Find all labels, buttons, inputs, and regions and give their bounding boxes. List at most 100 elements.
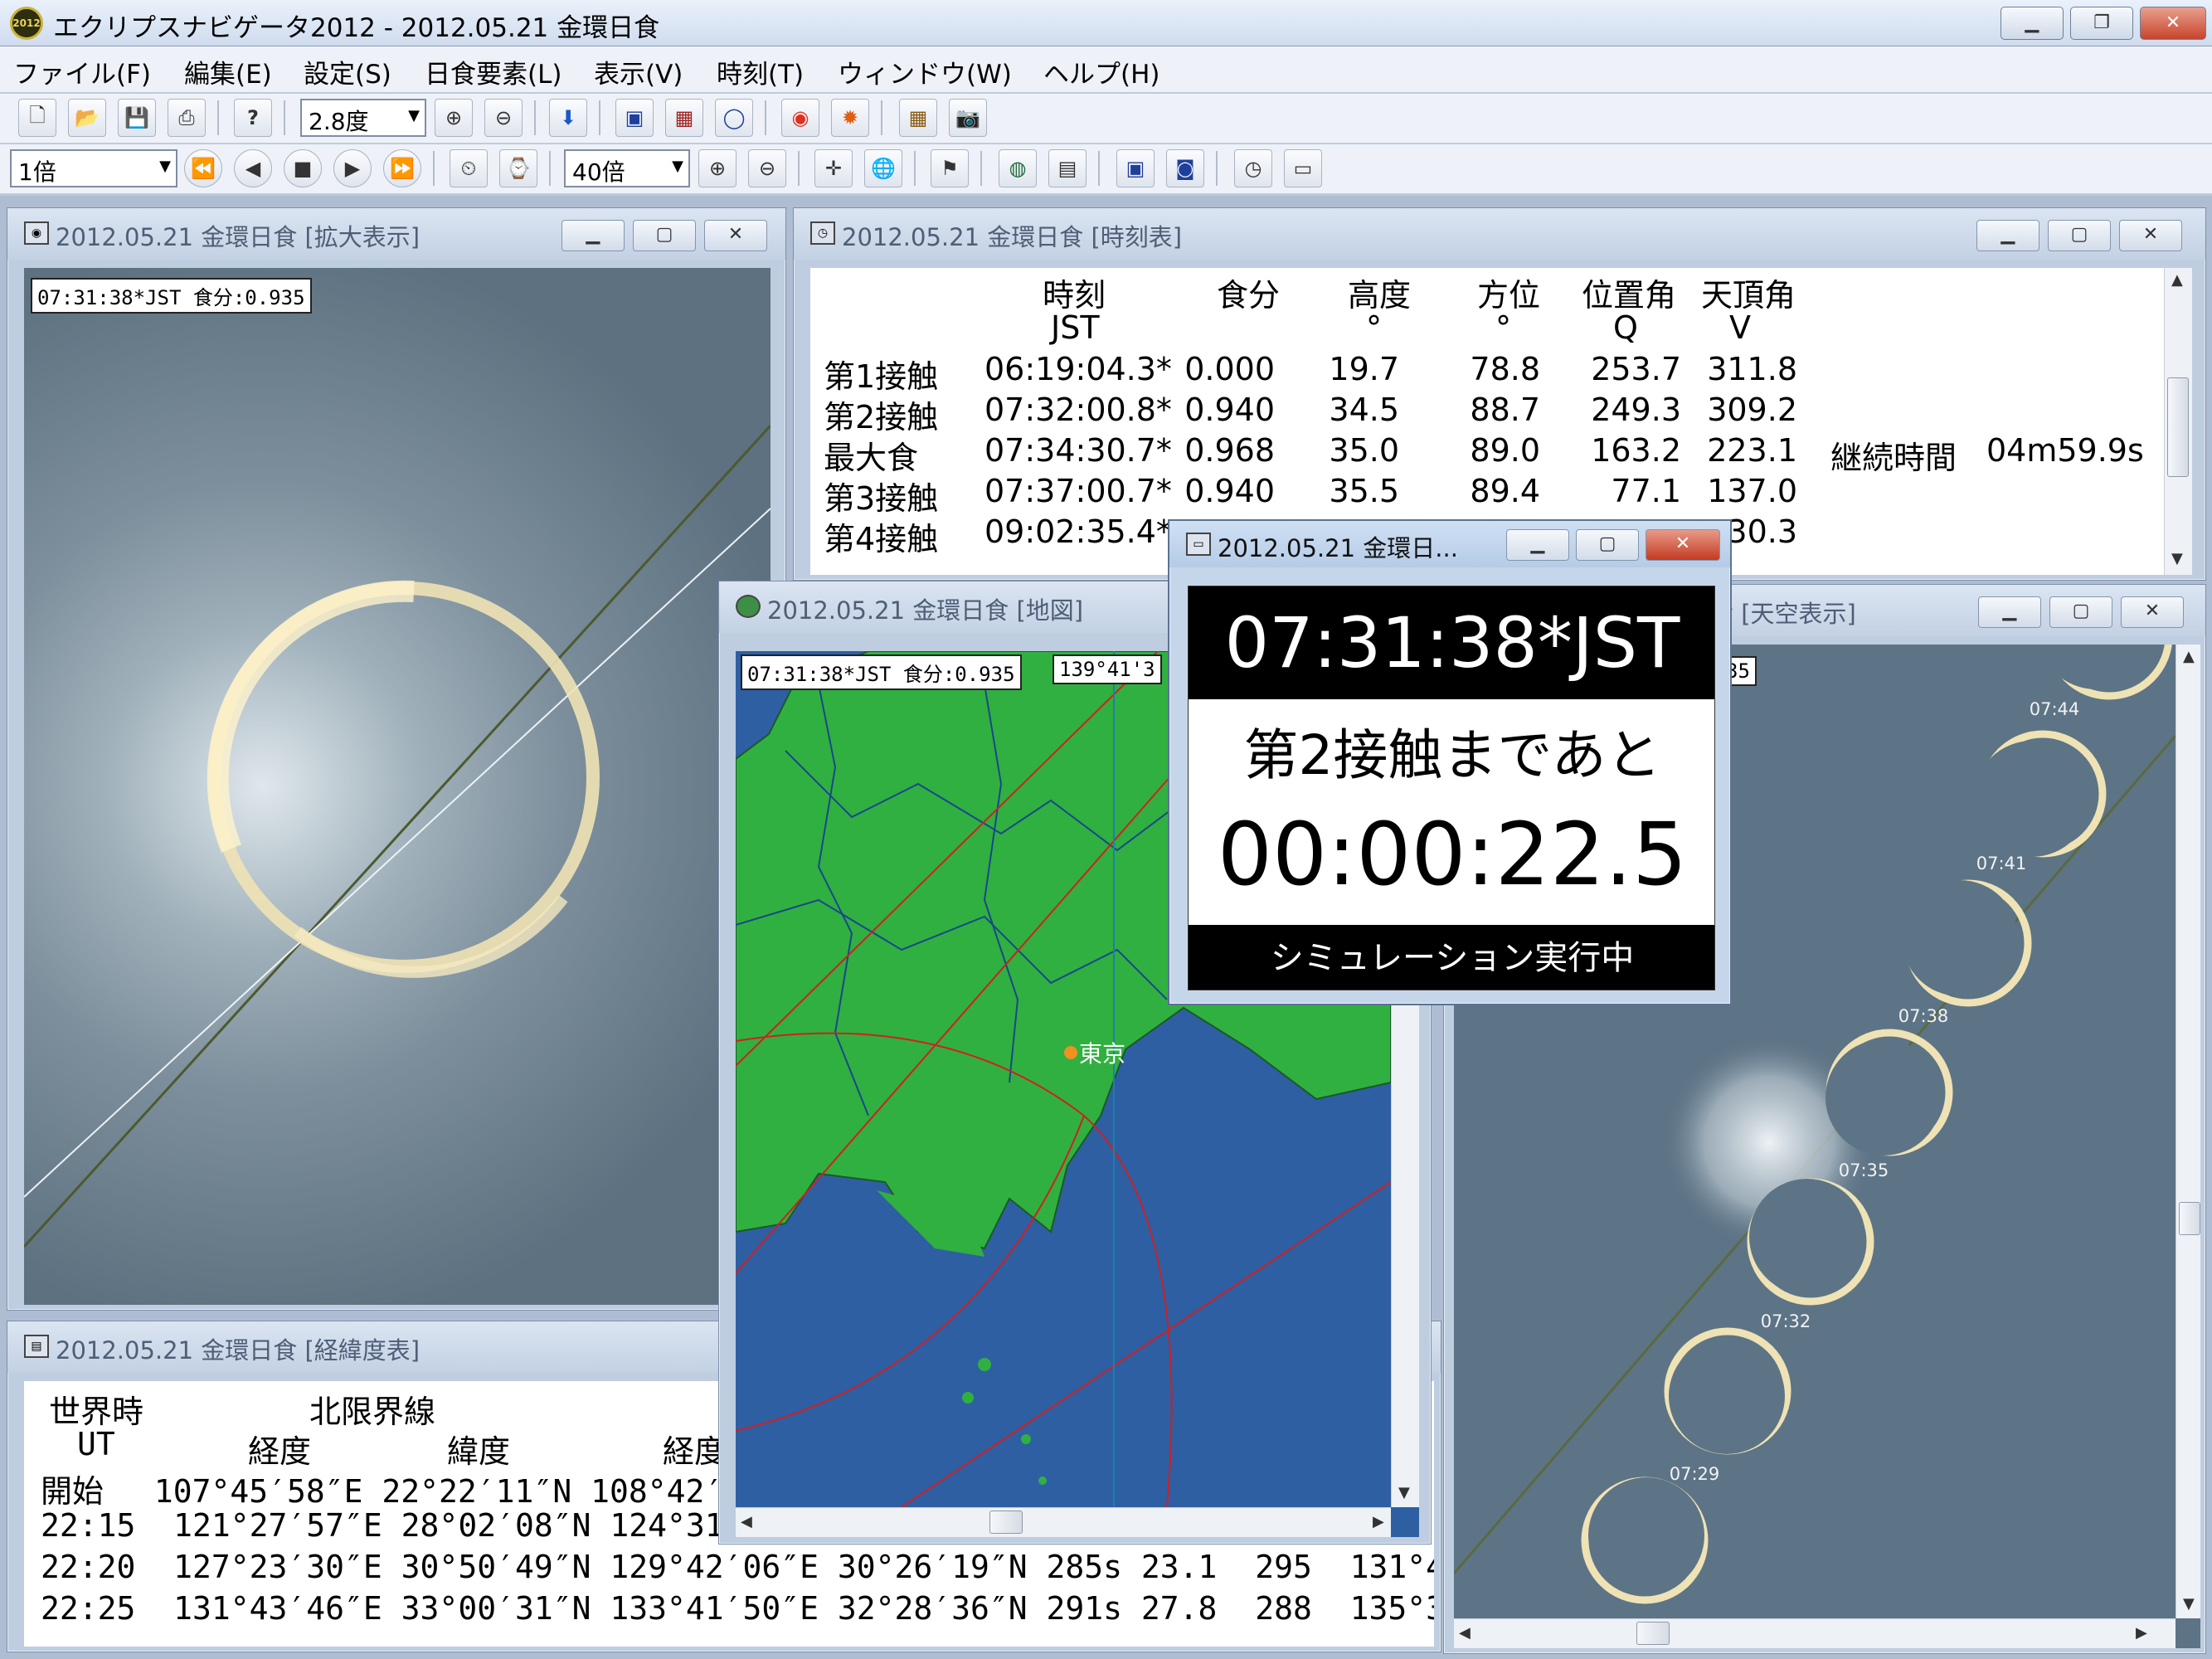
timetable-minimize-button[interactable]: ▁ [1976,220,2039,251]
crosshair-icon[interactable]: ✛ [814,149,853,187]
table-cell: 253.7 [1591,351,1681,387]
map-hscrollbar[interactable]: ◀ ▶ [736,1507,1391,1537]
sky-hscrollbar[interactable]: ◀ ▶ [1454,1618,2176,1648]
app-title-bar[interactable]: 2012 エクリプスナビゲータ2012 - 2012.05.21 金環日食 ▁ … [0,0,2212,46]
countdown-close-button[interactable]: ✕ [1646,529,1720,561]
speed-select[interactable]: 1倍 ▼ [10,149,177,187]
menu-window[interactable]: ウィンドウ(W) [838,53,1012,90]
fast-forward-icon[interactable]: ⏩ [383,149,421,187]
menu-view[interactable]: 表示(V) [594,53,683,90]
sky-vscrollbar[interactable]: ▲ ▼ [2176,645,2200,1618]
scroll-up-icon[interactable]: ▲ [2183,648,2195,665]
contact-name: 最大食 [824,440,919,476]
zoom-view-icon[interactable]: ▣ [615,99,654,137]
zoom-in-icon[interactable]: ⊕ [435,99,473,137]
countdown-window[interactable]: ▭ 2012.05.21 金環日... ▁ ▢ ✕ 07:31:38*JST 第… [1168,519,1732,1005]
header-north-limit: 北限界線 [309,1394,436,1430]
zoom-window-titlebar[interactable]: ◉ 2012.05.21 金環日食 [拡大表示] ▁ ▢ ✕ [7,208,785,260]
open-folder-icon[interactable]: 📂 [68,99,106,137]
help-icon[interactable]: ? [234,99,272,137]
menu-help[interactable]: ヘルプ(H) [1043,53,1160,90]
menu-eclipse-elements[interactable]: 日食要素(L) [425,53,562,90]
grid-icon[interactable]: ▦ [899,99,937,137]
map-zoom-out-icon[interactable]: ⊖ [748,149,786,187]
zoom-window[interactable]: ◉ 2012.05.21 金環日食 [拡大表示] ▁ ▢ ✕ 07:31:38*… [7,207,786,1311]
app-restore-button[interactable]: ❐ [2070,7,2133,40]
scroll-down-icon[interactable]: ▼ [2183,1595,2195,1613]
timetable-window-icon[interactable]: ◷ [1234,149,1272,187]
play-icon[interactable]: ▶ [333,149,372,187]
download-icon[interactable]: ⬇ [549,99,587,137]
app-close-button[interactable]: ✕ [2140,7,2206,40]
zoom-window-maximize-button[interactable]: ▢ [633,220,696,251]
film-icon[interactable]: ▦ [665,99,703,137]
col-azimuth: 方位 [1477,277,1541,314]
now-icon[interactable]: ⌚ [499,149,537,187]
menu-settings[interactable]: 設定(S) [304,53,391,90]
countdown-maximize-button[interactable]: ▢ [1576,529,1639,561]
scroll-up-icon[interactable]: ▲ [2171,271,2183,289]
table-icon: ▤ [24,1335,49,1358]
toolbar-separator [980,151,982,186]
countdown-minimize-button[interactable]: ▁ [1506,529,1569,561]
sky-window-icon[interactable]: ◙ [1166,149,1204,187]
table-cell: 78.8 [1470,351,1540,387]
sky-time-label: 07:29 [1669,1464,1720,1484]
sky-view-icon[interactable]: ◯ [715,99,753,137]
countdown-window-icon[interactable]: ▭ [1284,149,1322,187]
print-icon[interactable]: ⎙ [168,99,206,137]
scroll-thumb[interactable] [2179,1202,2200,1235]
scroll-left-icon[interactable]: ◀ [741,1513,752,1530]
timetable-window-title: 2012.05.21 金環日食 [時刻表] [842,223,1183,251]
moon-disk [1669,1338,1785,1454]
rewind-fast-icon[interactable]: ⏪ [184,149,222,187]
timetable-close-button[interactable]: ✕ [2119,220,2182,251]
countdown-panel: 07:31:38*JST 第2接触まであと 00:00:22.5 シミュレーショ… [1188,586,1715,990]
table-cell: 89.4 [1470,473,1540,509]
scroll-down-icon[interactable]: ▼ [1398,1484,1410,1501]
zoom-window-minimize-button[interactable]: ▁ [562,220,625,251]
scroll-right-icon[interactable]: ▶ [2136,1624,2147,1642]
map-zoom-select[interactable]: 40倍 ▼ [564,149,690,187]
map-zoom-in-icon[interactable]: ⊕ [698,149,737,187]
map-coordinate-label: 139°41'3 [1053,654,1162,684]
location-icon[interactable]: ⚑ [931,149,969,187]
app-minimize-button[interactable]: ▁ [2001,7,2064,40]
zoom-view-canvas[interactable]: 07:31:38*JST 食分:0.935 [24,268,771,1305]
zoom-window-icon[interactable]: ▣ [1116,149,1155,187]
sky-minimize-button[interactable]: ▁ [1978,596,2041,628]
timetable-scrollbar[interactable]: ▲ ▼ [2164,268,2192,575]
sky-time-label: 07:41 [1976,854,2027,873]
scroll-thumb[interactable] [2167,377,2189,477]
menu-file[interactable]: ファイル(F) [13,53,151,90]
table-cell: 309.2 [1707,392,1797,428]
menu-edit[interactable]: 編集(E) [184,53,272,90]
new-file-icon[interactable]: 🗋 [18,99,56,137]
timetable-window-titlebar[interactable]: ◷ 2012.05.21 金環日食 [時刻表] ▁ ▢ ✕ [794,208,2205,260]
step-back-icon[interactable]: ◀ [234,149,272,187]
time-set-icon[interactable]: ⏲ [450,149,488,187]
sun-icon[interactable]: ◉ [781,99,819,137]
save-icon[interactable]: 💾 [118,99,156,137]
scroll-thumb[interactable] [1636,1622,1670,1645]
camera-icon[interactable]: 📷 [949,99,987,137]
countdown-window-titlebar[interactable]: ▭ 2012.05.21 金環日... ▁ ▢ ✕ [1169,521,1730,567]
fov-select[interactable]: 2.8度 ▼ [300,99,426,137]
sunburst-icon[interactable]: ✹ [831,99,869,137]
menu-time[interactable]: 時刻(T) [717,53,804,90]
latlon-table-icon[interactable]: ▤ [1048,149,1087,187]
scroll-left-icon[interactable]: ◀ [1459,1624,1471,1642]
map-window-icon[interactable]: ◍ [999,149,1037,187]
scroll-down-icon[interactable]: ▼ [2171,550,2183,567]
moon-disk [1902,880,2018,996]
sky-close-button[interactable]: ✕ [2121,596,2184,628]
scroll-right-icon[interactable]: ▶ [1373,1513,1384,1530]
sky-maximize-button[interactable]: ▢ [2049,596,2112,628]
globe-search-icon[interactable]: 🌐 [864,149,902,187]
timetable-maximize-button[interactable]: ▢ [2048,220,2111,251]
chevron-down-icon: ▼ [159,158,171,175]
zoom-out-icon[interactable]: ⊖ [484,99,523,137]
scroll-thumb[interactable] [989,1511,1023,1534]
stop-icon[interactable]: ■ [284,149,322,187]
zoom-window-close-button[interactable]: ✕ [704,220,767,251]
